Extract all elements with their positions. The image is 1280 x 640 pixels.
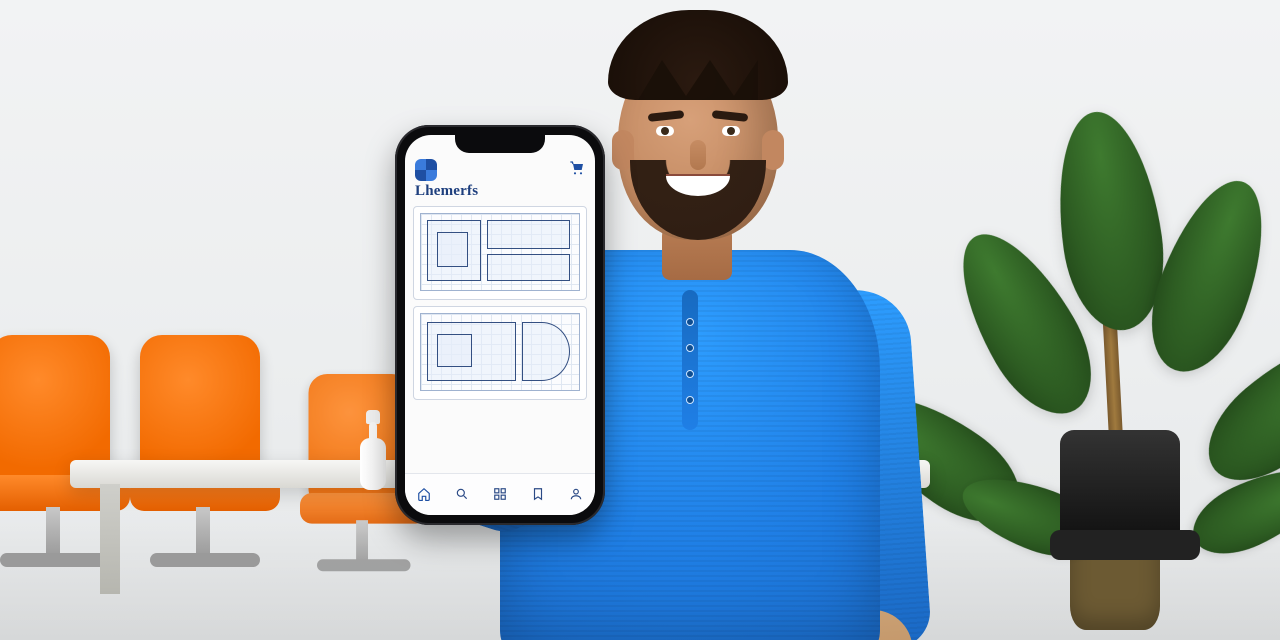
listing-card[interactable] xyxy=(413,206,587,300)
listing-content[interactable] xyxy=(405,202,595,473)
bookmark-icon xyxy=(531,487,545,501)
spray-bottle xyxy=(360,410,386,490)
search-icon xyxy=(455,487,469,501)
cart-icon[interactable] xyxy=(569,160,585,181)
app-logo-icon[interactable] xyxy=(415,159,437,181)
phone-notch xyxy=(455,131,545,153)
tab-profile[interactable] xyxy=(557,474,595,515)
tab-plans[interactable] xyxy=(481,474,519,515)
user-icon xyxy=(569,487,583,501)
phone-screen[interactable]: Lhemerfs xyxy=(405,135,595,515)
office-chair-orange xyxy=(0,335,150,595)
tab-bar xyxy=(405,473,595,515)
office-chair-black xyxy=(1060,430,1220,610)
listing-card[interactable] xyxy=(413,306,587,400)
home-icon xyxy=(417,487,431,501)
office-chair-orange xyxy=(130,335,300,595)
floorplan-thumbnail xyxy=(420,313,580,391)
grid-icon xyxy=(493,487,507,501)
tab-home[interactable] xyxy=(405,474,443,515)
scene: Lhemerfs xyxy=(0,0,1280,640)
tab-search[interactable] xyxy=(443,474,481,515)
app-title: Lhemerfs xyxy=(415,183,585,200)
floorplan-thumbnail xyxy=(420,213,580,291)
smartphone: Lhemerfs xyxy=(395,125,605,525)
hair xyxy=(608,10,788,100)
tab-saved[interactable] xyxy=(519,474,557,515)
